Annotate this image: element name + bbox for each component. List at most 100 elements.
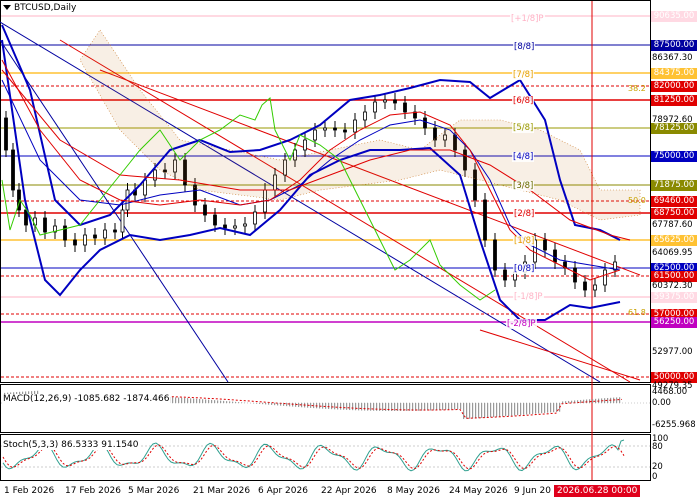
price-axis-label: 87500.00 bbox=[651, 40, 697, 51]
macd-histogram-bar bbox=[331, 403, 333, 410]
candle-body bbox=[343, 129, 347, 133]
candle-body bbox=[143, 179, 147, 196]
macd-histogram-bar bbox=[547, 403, 549, 413]
murrey-level-label: [6/8] bbox=[512, 96, 535, 106]
macd-histogram-bar bbox=[226, 401, 228, 403]
macd-histogram-bar bbox=[586, 399, 588, 403]
macd-histogram-bar bbox=[478, 403, 480, 419]
macd-histogram-bar bbox=[487, 403, 489, 418]
stoch-axis-0: 0 bbox=[652, 472, 658, 482]
macd-histogram-bar bbox=[268, 403, 270, 405]
price-chart-area[interactable] bbox=[0, 0, 700, 500]
macd-title: MACD(12,26,9) -1085.682 -1874.466 bbox=[2, 394, 171, 404]
murrey-level-label: [7/8] bbox=[512, 70, 535, 80]
macd-histogram-bar bbox=[517, 403, 519, 416]
price-axis-label: 75000.00 bbox=[651, 151, 697, 162]
macd-histogram-bar bbox=[463, 403, 465, 420]
murrey-level-label: [-1/8]P bbox=[513, 292, 544, 302]
candle-body bbox=[593, 284, 597, 291]
macd-histogram-bar bbox=[205, 399, 207, 403]
macd-histogram-bar bbox=[193, 398, 195, 403]
murrey-level-label: [4/8] bbox=[512, 152, 535, 162]
murrey-level-label: [5/8] bbox=[512, 123, 535, 133]
macd-histogram-bar bbox=[439, 403, 441, 411]
macd-histogram-bar bbox=[358, 403, 360, 411]
macd-histogram-bar bbox=[190, 398, 192, 403]
macd-histogram-bar bbox=[565, 401, 567, 403]
ichimoku-cloud bbox=[79, 29, 641, 221]
price-axis-label: 59375.00 bbox=[651, 292, 697, 303]
macd-histogram-bar bbox=[355, 403, 357, 411]
price-axis-label: 65625.00 bbox=[651, 235, 697, 246]
macd-histogram-bar bbox=[172, 397, 174, 403]
price-axis-label: 78125.00 bbox=[651, 123, 697, 134]
macd-histogram-bar bbox=[223, 400, 225, 403]
candle-body bbox=[4, 117, 8, 151]
murrey-level-label: [-2/8]P bbox=[506, 319, 537, 329]
chart-window: 90635.00 87500.00 86367.30 84375.00 82000.00… bbox=[0, 0, 700, 500]
macd-histogram-bar bbox=[505, 403, 507, 417]
macd-histogram-bar bbox=[202, 399, 204, 403]
macd-histogram-bar bbox=[427, 403, 429, 411]
macd-histogram-bar bbox=[310, 403, 312, 408]
murrey-level-label: [8/8] bbox=[513, 42, 536, 52]
chart-dropdown-icon[interactable] bbox=[3, 5, 11, 10]
channel-line-red-lower bbox=[59, 39, 631, 383]
candle-body bbox=[223, 224, 227, 229]
macd-histogram-bar bbox=[271, 403, 273, 405]
red-trend-line bbox=[479, 329, 641, 381]
macd-histogram-bar bbox=[499, 403, 501, 417]
macd-histogram-bar bbox=[196, 398, 198, 403]
macd-histogram-bar bbox=[430, 403, 432, 411]
macd-histogram-bar bbox=[457, 403, 459, 410]
candle-body bbox=[83, 234, 87, 246]
macd-histogram-bar bbox=[211, 399, 213, 403]
candle-body bbox=[403, 102, 407, 113]
price-axis-label: 56250.00 bbox=[651, 317, 697, 328]
macd-histogram-bar bbox=[496, 403, 498, 417]
date-label: 8 May 2026 bbox=[387, 486, 440, 496]
candle-body bbox=[353, 119, 357, 133]
macd-histogram-bar bbox=[580, 399, 582, 403]
macd-axis-bottom: -6255.968 bbox=[652, 420, 696, 430]
macd-histogram-bar bbox=[514, 403, 516, 416]
candle-body bbox=[423, 117, 427, 129]
macd-histogram-bar bbox=[484, 403, 486, 418]
macd-histogram-bar bbox=[274, 403, 276, 406]
date-label: 6 Apr 2026 bbox=[258, 486, 308, 496]
macd-histogram-bar bbox=[553, 403, 555, 413]
date-label: 24 May 2026 bbox=[449, 486, 508, 496]
current-date-marker[interactable]: 2026.06.28 00:00 bbox=[554, 485, 641, 497]
macd-histogram-bar bbox=[529, 403, 531, 415]
macd-histogram-bar bbox=[460, 403, 462, 410]
macd-histogram-bar bbox=[508, 403, 510, 416]
candle-body bbox=[213, 214, 217, 226]
candle-body bbox=[383, 99, 387, 103]
macd-histogram-bar bbox=[568, 400, 570, 403]
macd-histogram-bar bbox=[334, 403, 336, 410]
murrey-level-label: [3/8] bbox=[512, 181, 535, 191]
candle-body bbox=[113, 229, 117, 233]
macd-histogram-bar bbox=[535, 403, 537, 414]
candle-body bbox=[373, 101, 377, 113]
candle-body bbox=[303, 139, 307, 151]
candle-body bbox=[493, 239, 497, 271]
macd-histogram-bar bbox=[376, 403, 378, 411]
symbol-title-text: BTCUSD,Daily bbox=[14, 3, 77, 13]
price-axis-label: 90635.00 bbox=[651, 11, 697, 22]
date-label: 9 Jun 20 bbox=[514, 486, 551, 496]
macd-histogram-bar bbox=[481, 403, 483, 418]
macd-histogram-bar bbox=[337, 403, 339, 410]
macd-histogram-bar bbox=[340, 403, 342, 410]
macd-histogram-bar bbox=[382, 403, 384, 411]
candle-body bbox=[73, 239, 77, 246]
date-label: 5 Mar 2026 bbox=[128, 486, 180, 496]
candle-body bbox=[583, 281, 587, 291]
macd-axis-zero: 0.00 bbox=[652, 398, 671, 408]
macd-histogram-bar bbox=[298, 403, 300, 408]
macd-histogram-bar bbox=[490, 403, 492, 418]
macd-histogram-bar bbox=[475, 403, 477, 419]
candle-body bbox=[333, 127, 337, 131]
price-axis-label: 82000.00 bbox=[651, 81, 697, 92]
macd-histogram-bar bbox=[175, 397, 177, 403]
